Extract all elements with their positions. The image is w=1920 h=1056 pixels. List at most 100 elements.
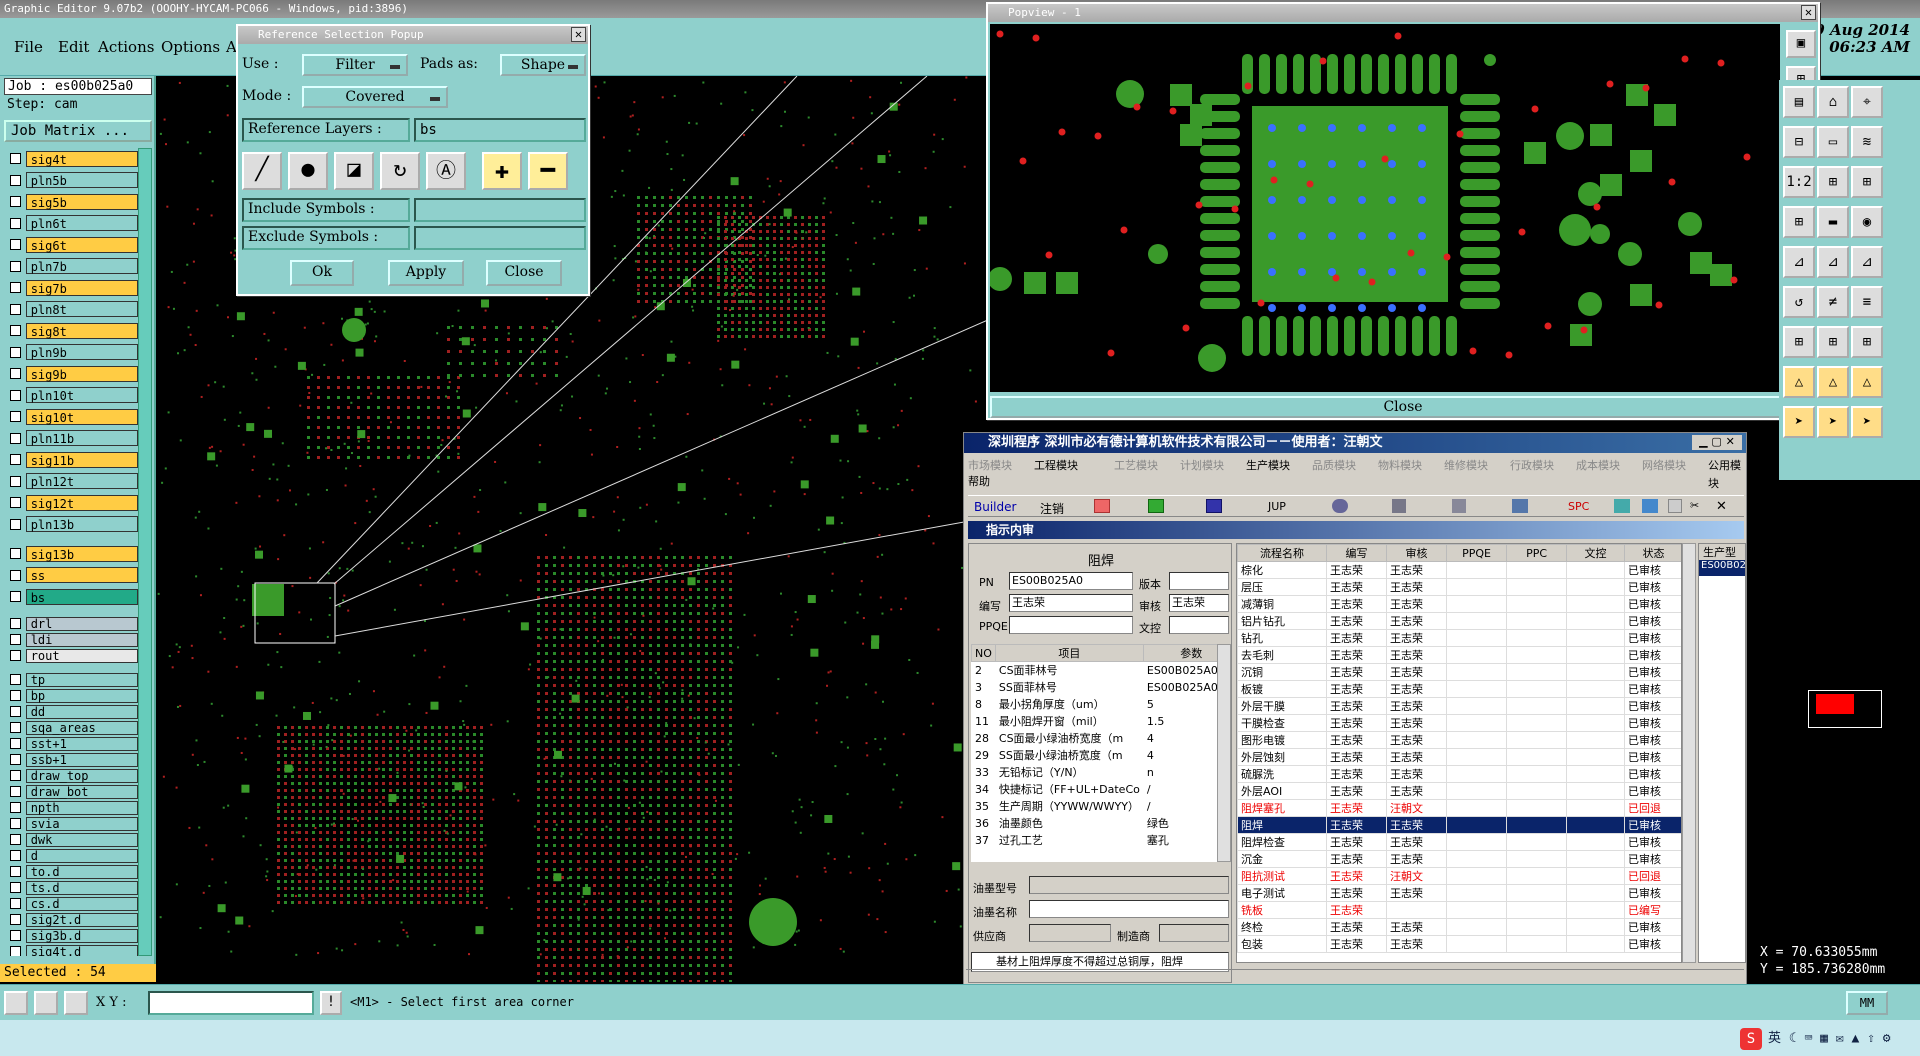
erp-menu-1[interactable]: 工程模块: [1034, 457, 1078, 475]
popview-close-button[interactable]: Close: [990, 396, 1816, 418]
ink-name-field[interactable]: [1029, 900, 1229, 918]
layer-row-sig11b[interactable]: sig11b: [4, 449, 138, 471]
flow-row[interactable]: 减薄铜 王志荣 王志荣 已审核: [1237, 595, 1681, 613]
layer-name[interactable]: pln7b: [25, 258, 138, 275]
flow-row[interactable]: 阻抗测试 王志荣 汪朝文 已回退: [1237, 867, 1681, 885]
tool-1-1-icon[interactable]: ▭: [1817, 126, 1849, 158]
layer-checkbox[interactable]: [10, 591, 21, 603]
use-dropdown[interactable]: Filter: [302, 54, 408, 76]
flow-row[interactable]: 棕化 王志荣 王志荣 已审核: [1237, 561, 1681, 579]
layer-checkbox[interactable]: [10, 898, 21, 909]
layer-name[interactable]: pln10t: [25, 387, 138, 404]
layer-checkbox[interactable]: [10, 548, 21, 560]
info-icon[interactable]: !: [320, 991, 342, 1015]
layer-name[interactable]: ss: [25, 567, 138, 584]
layer-name[interactable]: npth: [25, 800, 138, 815]
layer-name[interactable]: bp: [25, 688, 138, 703]
table-row[interactable]: 28 CS面最小绿油桥宽度（m 4: [971, 729, 1217, 747]
layer-checkbox[interactable]: [10, 850, 21, 861]
logout-button[interactable]: 注销: [1040, 500, 1064, 517]
param-header[interactable]: NO: [971, 644, 996, 662]
layer-checkbox[interactable]: [10, 217, 21, 229]
table-row[interactable]: 36 油墨颜色 绿色: [971, 814, 1217, 832]
layer-row-sig10t[interactable]: sig10t: [4, 406, 138, 428]
word-icon[interactable]: [1206, 499, 1222, 513]
flow-row[interactable]: 沉金 王志荣 王志荣 已审核: [1237, 850, 1681, 868]
ppqe-field[interactable]: [1009, 616, 1133, 634]
ref-popup-close-icon[interactable]: ✕: [571, 27, 586, 42]
table-row[interactable]: 33 无铅标记（Y/N） n: [971, 763, 1217, 781]
flow-row[interactable]: 去毛刺 王志荣 王志荣 已审核: [1237, 646, 1681, 664]
builder-button[interactable]: Builder: [974, 500, 1016, 514]
tool-4-1-icon[interactable]: ⊿: [1817, 246, 1849, 278]
erp-menu-7[interactable]: 维修模块: [1444, 457, 1488, 475]
pn-field[interactable]: ES00B025A0: [1009, 572, 1133, 590]
write-field[interactable]: 王志荣: [1009, 594, 1133, 612]
include-symbols-input[interactable]: [414, 198, 586, 222]
layer-checkbox[interactable]: [10, 650, 21, 661]
layer-row-sig7b[interactable]: sig7b: [4, 277, 138, 299]
layer-checkbox[interactable]: [10, 818, 21, 829]
layer-checkbox[interactable]: [10, 389, 21, 401]
flow-header[interactable]: PPC: [1506, 544, 1568, 562]
flow-row[interactable]: 板镀 王志荣 王志荣 已审核: [1237, 680, 1681, 698]
tool-3-1-icon[interactable]: ▬: [1817, 206, 1849, 238]
layer-checkbox[interactable]: [10, 930, 21, 941]
layer-name[interactable]: sig3b.d: [25, 928, 138, 943]
pads-dropdown[interactable]: Shape: [500, 54, 586, 76]
tool-0-1-icon[interactable]: ⌂: [1817, 86, 1849, 118]
layer-checkbox[interactable]: [10, 754, 21, 765]
settings-icon[interactable]: [1452, 499, 1466, 513]
flow-row[interactable]: 层压 王志荣 王志荣 已审核: [1237, 578, 1681, 596]
flow-row[interactable]: 终检 王志荣 王志荣 已审核: [1237, 918, 1681, 936]
zoom-fit-icon[interactable]: ▣: [1786, 30, 1816, 58]
erp-tool-1-icon[interactable]: [1094, 499, 1110, 513]
tool-2-2-icon[interactable]: ⊞: [1851, 166, 1883, 198]
layer-checkbox[interactable]: [10, 722, 21, 733]
layer-row-sig4t[interactable]: sig4t: [4, 148, 138, 170]
cut-icon[interactable]: ✂: [1690, 499, 1699, 512]
tool-0-0-icon[interactable]: ▤: [1783, 86, 1815, 118]
flow-row[interactable]: 铝片钻孔 王志荣 王志荣 已审核: [1237, 612, 1681, 630]
layer-checkbox[interactable]: [10, 569, 21, 581]
review-field[interactable]: 王志荣: [1169, 594, 1229, 612]
layer-name[interactable]: sig4t: [25, 150, 138, 167]
flow-header[interactable]: 流程名称: [1237, 544, 1327, 562]
tool-0-2-icon[interactable]: ⌖: [1851, 86, 1883, 118]
print-icon[interactable]: [1512, 499, 1528, 513]
tool-4-0-icon[interactable]: ⊿: [1783, 246, 1815, 278]
tool-6-2-icon[interactable]: ⊞: [1851, 326, 1883, 358]
layer-checkbox[interactable]: [10, 618, 21, 629]
ink-type-select[interactable]: [1029, 876, 1229, 894]
tool-8-1-icon[interactable]: ➤: [1817, 406, 1849, 438]
param-header[interactable]: 项目: [994, 644, 1144, 662]
tool-8-0-icon[interactable]: ➤: [1783, 406, 1815, 438]
layer-name[interactable]: sst+1: [25, 736, 138, 751]
flow-row[interactable]: 沉铜 王志荣 王志荣 已审核: [1237, 663, 1681, 681]
layer-checkbox[interactable]: [10, 946, 21, 956]
table-row[interactable]: 8 最小拐角厚度（um） 5: [971, 695, 1217, 713]
table-row[interactable]: 3SS面菲林号ES00B025A0.BS: [971, 678, 1217, 696]
tool-7-1-icon[interactable]: △: [1817, 366, 1849, 398]
side-value[interactable]: ES00B025: [1699, 560, 1745, 576]
erp-menu-4[interactable]: 生产模块: [1246, 457, 1290, 475]
layer-list-scrollbar[interactable]: [138, 148, 152, 956]
layer-checkbox[interactable]: [10, 368, 21, 380]
jump-button[interactable]: JUP: [1268, 500, 1286, 513]
layer-name[interactable]: dwk: [25, 832, 138, 847]
tool-6-1-icon[interactable]: ⊞: [1817, 326, 1849, 358]
flow-row[interactable]: 阻焊 王志荣 王志荣 已审核: [1237, 816, 1681, 834]
unit-button[interactable]: MM: [1846, 991, 1888, 1015]
menu-file[interactable]: File: [14, 38, 43, 56]
table-row[interactable]: 34 快捷标记（FF+UL+DateCo /: [971, 780, 1217, 798]
layer-checkbox[interactable]: [10, 634, 21, 645]
tool-5-0-icon[interactable]: ↺: [1783, 286, 1815, 318]
layer-name[interactable]: sig9b: [25, 365, 138, 382]
layer-name[interactable]: sig11b: [25, 451, 138, 468]
layer-row-tp[interactable]: tp: [4, 672, 138, 688]
layer-name[interactable]: pln9b: [25, 344, 138, 361]
layer-name[interactable]: sig2t.d: [25, 912, 138, 927]
tool-3-0-icon[interactable]: ⊞: [1783, 206, 1815, 238]
layer-row-npth[interactable]: npth: [4, 800, 138, 816]
layer-checkbox[interactable]: [10, 738, 21, 749]
